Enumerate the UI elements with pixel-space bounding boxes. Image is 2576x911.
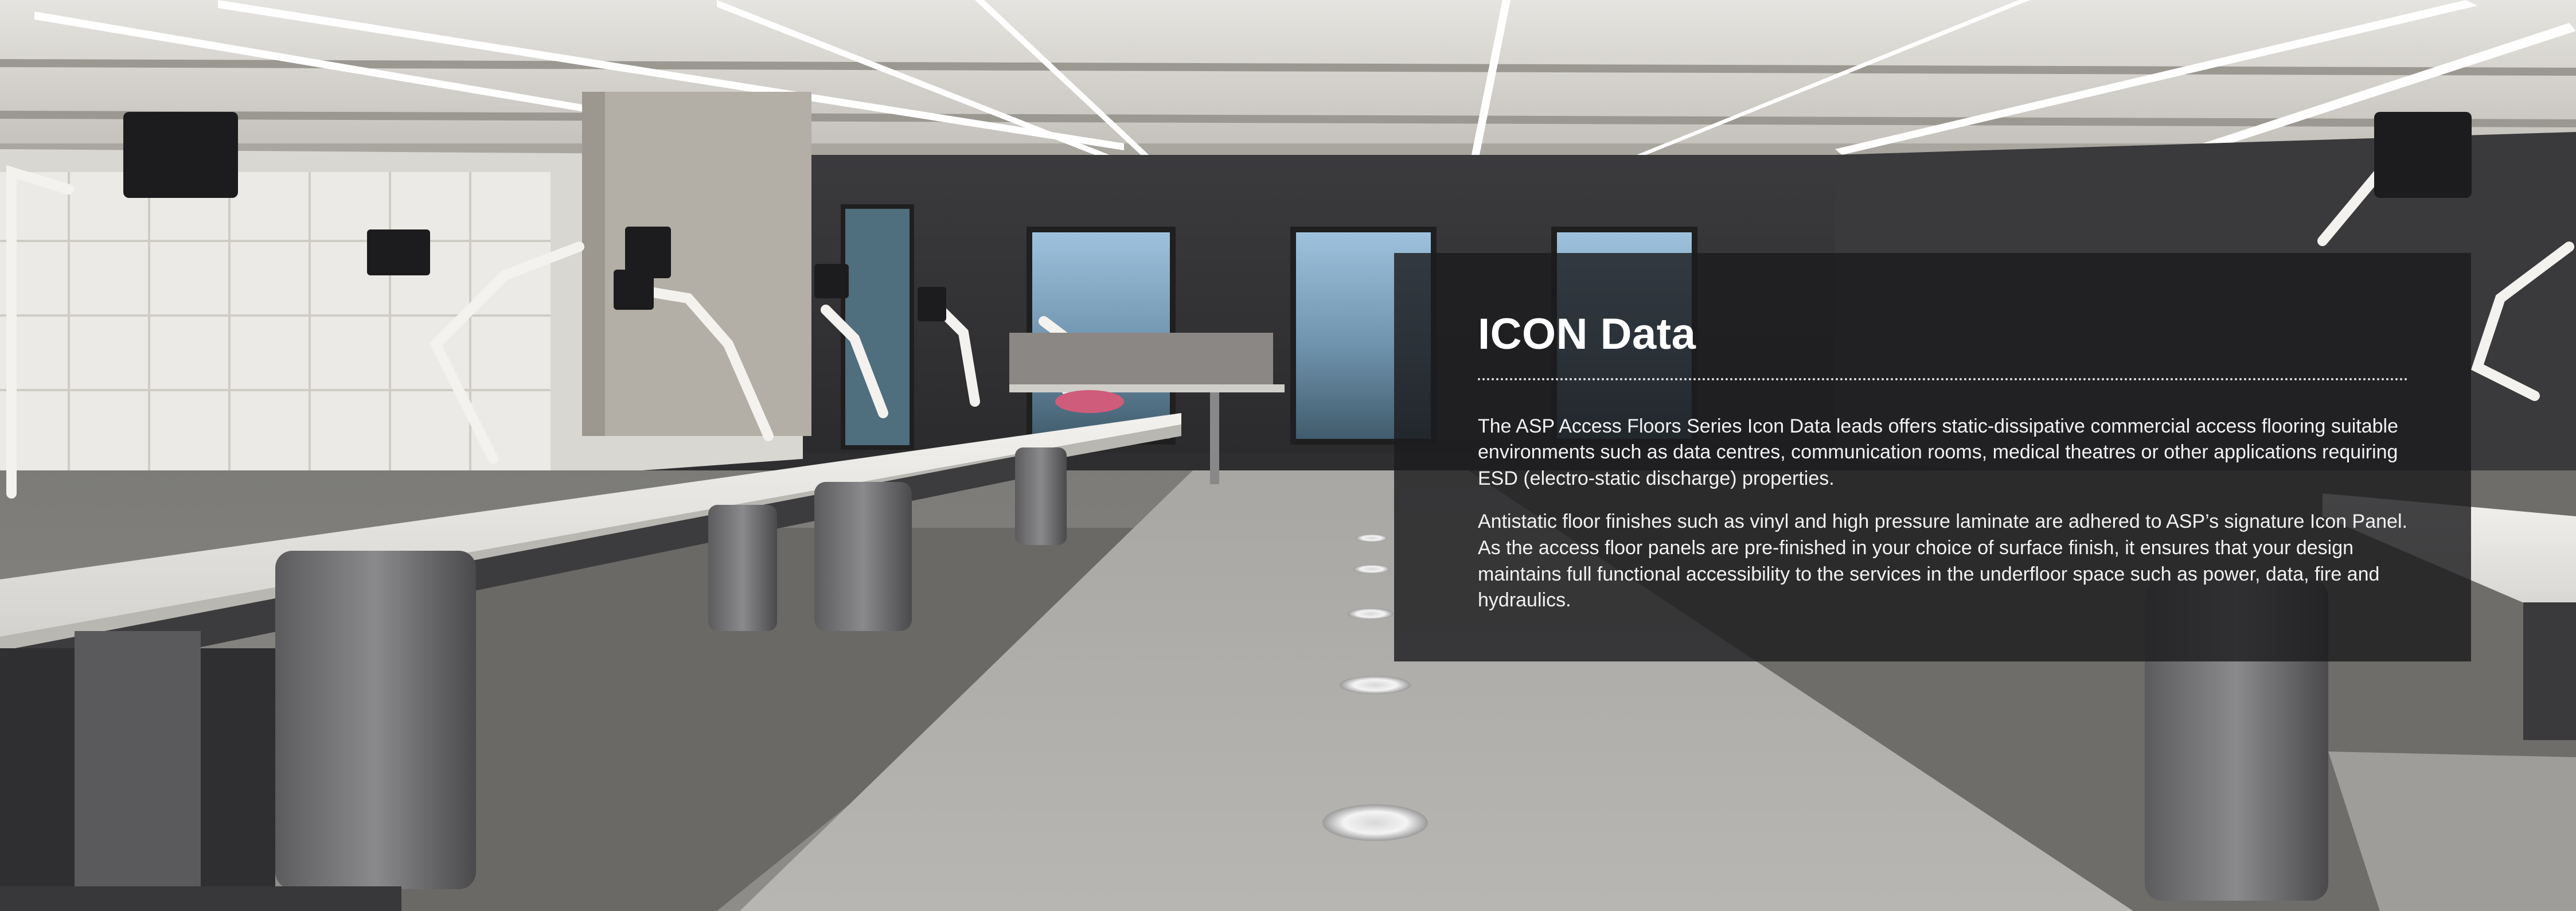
- floor-vent-icon: [1322, 804, 1428, 841]
- floor-vent-icon: [1353, 564, 1390, 574]
- floor-vent-icon: [1348, 608, 1394, 620]
- panel-paragraph-2: Antistatic floor finishes such as vinyl …: [1478, 511, 2407, 612]
- monitor-mount-icon: [2374, 112, 2472, 198]
- dotted-divider: [1478, 377, 2408, 380]
- concrete-column: [582, 92, 811, 436]
- monitor-mount-icon: [123, 112, 238, 198]
- storage-lockers: [0, 172, 551, 470]
- product-info-panel: ICON Data The ASP Access Floors Series I…: [1394, 253, 2471, 661]
- floor-vent-icon: [1356, 534, 1388, 542]
- panel-paragraph-1: The ASP Access Floors Series Icon Data l…: [1478, 415, 2399, 489]
- panel-title: ICON Data: [1478, 310, 1696, 359]
- floor-vent-icon: [1340, 676, 1411, 694]
